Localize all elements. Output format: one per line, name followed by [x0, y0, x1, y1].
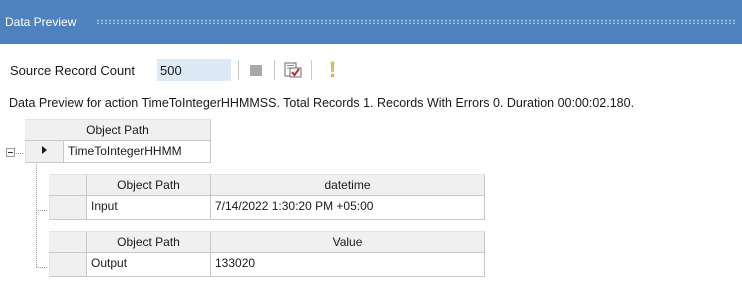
input-object-path-cell[interactable]: Input: [87, 196, 211, 220]
tree-connector: [36, 164, 37, 267]
tree-connector: [36, 267, 48, 268]
root-object-path-cell[interactable]: TimeToIntegerHHMM: [64, 141, 211, 163]
input-row-selector[interactable]: [49, 196, 87, 220]
tree-connector: [16, 153, 24, 154]
exclamation-icon: [330, 61, 335, 78]
preview-button[interactable]: [282, 59, 304, 81]
output-value-cell[interactable]: 133020: [211, 253, 485, 277]
source-record-count-input[interactable]: 500: [157, 59, 231, 81]
input-datetime-header[interactable]: datetime: [211, 174, 485, 196]
preview-check-icon: [284, 62, 302, 78]
output-row-selector[interactable]: [49, 253, 87, 277]
window-title: Data Preview: [5, 15, 77, 29]
info-button[interactable]: [322, 59, 344, 81]
toolbar: Source Record Count 500: [0, 57, 742, 83]
preview-status-message: Data Preview for action TimeToIntegerHHM…: [9, 96, 635, 110]
root-column-header[interactable]: Object Path: [25, 119, 211, 141]
toolbar-separator: [274, 60, 275, 80]
output-value-header[interactable]: Value: [211, 231, 485, 253]
collapse-icon[interactable]: [6, 148, 15, 157]
source-record-count-label: Source Record Count: [10, 63, 136, 78]
current-row-arrow-icon: [42, 146, 47, 154]
input-datetime-cell[interactable]: 7/14/2022 1:30:20 PM +05:00: [211, 196, 485, 220]
output-row-header-corner: [49, 231, 87, 253]
input-object-path-header[interactable]: Object Path: [87, 174, 211, 196]
output-object-path-header[interactable]: Object Path: [87, 231, 211, 253]
title-bar-grip[interactable]: [96, 19, 736, 24]
output-object-path-cell[interactable]: Output: [87, 253, 211, 277]
title-bar: Data Preview: [0, 0, 742, 44]
toolbar-separator: [311, 60, 312, 80]
stop-button[interactable]: [245, 59, 267, 81]
stop-icon: [250, 65, 262, 76]
tree-connector: [36, 210, 48, 211]
input-row-header-corner: [49, 174, 87, 196]
root-row-selector[interactable]: [25, 141, 64, 163]
toolbar-separator: [238, 60, 239, 80]
